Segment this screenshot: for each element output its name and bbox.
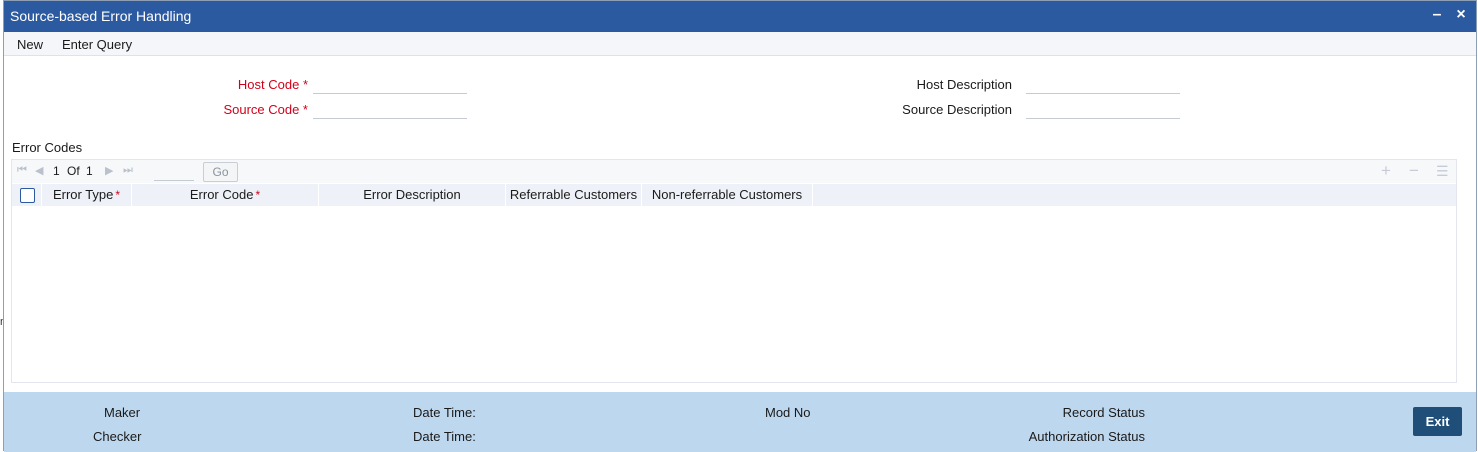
first-page-icon[interactable]: ⏮	[17, 164, 27, 177]
remove-icon[interactable]: −	[1409, 161, 1419, 181]
column-label-error-description: Error Description	[363, 187, 461, 202]
last-page-icon[interactable]: ⏭	[123, 164, 133, 177]
error-codes-grid: ⏮ ◀ 1 Of 1 ▶ ⏭ Go + − ☰ Error Type * Erro…	[11, 159, 1457, 383]
column-header-referrable-customers[interactable]: Referrable Customers	[506, 184, 642, 206]
grid-toolbar: ⏮ ◀ 1 Of 1 ▶ ⏭ Go + − ☰	[12, 160, 1456, 183]
grid-body	[12, 206, 1456, 382]
column-header-error-type[interactable]: Error Type *	[42, 184, 132, 206]
host-description-label: Host Description	[916, 77, 1012, 92]
column-header-error-code[interactable]: Error Code *	[132, 184, 319, 206]
column-label-error-type: Error Type	[52, 187, 114, 202]
current-page: 1	[53, 164, 60, 178]
add-icon[interactable]: +	[1381, 161, 1391, 181]
error-codes-section-title: Error Codes	[12, 140, 83, 155]
source-description-input[interactable]	[1026, 99, 1180, 119]
previous-page-icon[interactable]: ◀	[35, 164, 43, 177]
enter-query-menu-item[interactable]: Enter Query	[62, 37, 132, 52]
menu-bar: New Enter Query	[4, 32, 1476, 56]
select-all-column	[12, 184, 42, 206]
column-header-non-referrable-customers[interactable]: Non-referrable Customers	[642, 184, 813, 206]
host-description-input[interactable]	[1026, 74, 1180, 94]
source-code-label: Source Code *	[223, 102, 308, 117]
total-pages: 1	[86, 164, 93, 178]
column-header-error-description[interactable]: Error Description	[319, 184, 506, 206]
record-status-label: Record Status	[1062, 405, 1145, 420]
grid-header-row: Error Type * Error Code * Error Descriptio…	[12, 184, 1456, 206]
window-title: Source-based Error Handling	[10, 8, 192, 24]
title-bar: Source-based Error Handling – ×	[4, 1, 1476, 32]
authorization-status-label: Authorization Status	[1028, 429, 1145, 444]
required-marker: *	[255, 188, 261, 202]
exit-button[interactable]: Exit	[1413, 407, 1462, 436]
page-of-label: Of	[67, 164, 80, 178]
column-label-error-code: Error Code	[189, 187, 254, 202]
next-page-icon[interactable]: ▶	[105, 164, 113, 177]
minimize-icon[interactable]: –	[1429, 6, 1445, 24]
required-marker: *	[115, 188, 121, 202]
source-code-input[interactable]	[313, 99, 467, 119]
audit-footer: Maker Checker Date Time: Date Time: Mod …	[4, 392, 1476, 452]
column-label-non-referrable-customers: Non-referrable Customers	[651, 187, 803, 202]
close-icon[interactable]: ×	[1453, 6, 1469, 24]
maker-label: Maker	[104, 405, 141, 420]
column-label-referrable-customers: Referrable Customers	[509, 187, 638, 202]
mod-no-label: Mod No	[765, 405, 811, 420]
checker-label: Checker	[93, 429, 142, 444]
source-description-label: Source Description	[902, 102, 1012, 117]
list-view-icon[interactable]: ☰	[1436, 163, 1449, 180]
maker-date-time-label: Date Time:	[413, 405, 476, 420]
new-menu-item[interactable]: New	[17, 37, 43, 52]
select-all-checkbox[interactable]	[20, 188, 35, 203]
go-button[interactable]: Go	[203, 162, 238, 182]
host-code-label: Host Code *	[237, 77, 308, 92]
host-code-input[interactable]	[313, 74, 467, 94]
source-based-error-handling-window: Source-based Error Handling – × New Ente…	[3, 0, 1477, 452]
goto-page-input[interactable]	[154, 163, 194, 181]
checker-date-time-label: Date Time:	[413, 429, 476, 444]
